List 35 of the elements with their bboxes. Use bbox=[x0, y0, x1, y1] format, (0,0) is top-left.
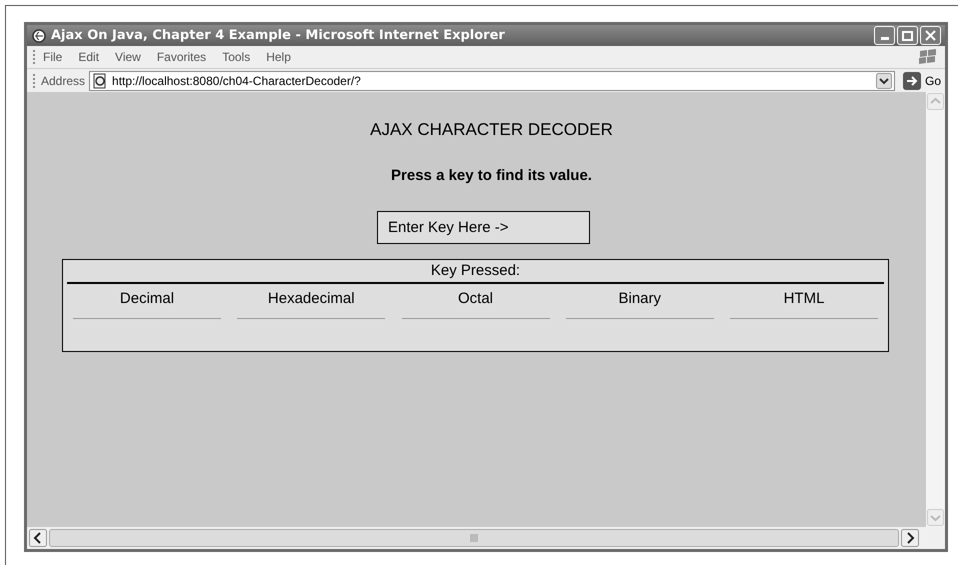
window-title: Ajax On Java, Chapter 4 Example - Microsoft Internet Explorer bbox=[51, 26, 506, 45]
minimize-icon bbox=[880, 37, 888, 40]
instruction-text: Press a key to find its value. bbox=[391, 166, 592, 186]
menu-item[interactable]: File bbox=[43, 48, 62, 66]
address-label: Address bbox=[41, 72, 86, 90]
page-icon bbox=[92, 72, 108, 88]
maximize-icon bbox=[902, 30, 913, 40]
scroll-left-icon[interactable] bbox=[29, 529, 47, 547]
column-heading: Decimal bbox=[120, 289, 174, 309]
url-text: http://localhost:8080/ch04-CharacterDecoder/? bbox=[112, 72, 362, 90]
page-heading: AJAX CHARACTER DECODER bbox=[370, 119, 613, 141]
menu-item[interactable]: Help bbox=[266, 48, 291, 66]
go-button[interactable]: Go bbox=[898, 72, 945, 90]
maximize-button[interactable] bbox=[897, 26, 918, 45]
close-button[interactable] bbox=[920, 26, 941, 45]
arrow-right-icon bbox=[902, 72, 921, 90]
dropdown-icon[interactable] bbox=[876, 72, 892, 88]
column-heading: Octal bbox=[458, 289, 493, 309]
address-field[interactable]: http://localhost:8080/ch04-CharacterDecoder/? bbox=[89, 70, 895, 90]
browser-icon bbox=[31, 28, 47, 44]
scroll-thumb[interactable] bbox=[49, 529, 899, 547]
grip-icon bbox=[470, 534, 478, 542]
column-heading: Binary bbox=[618, 289, 662, 309]
key-input-field[interactable]: Enter Key Here -> bbox=[377, 211, 590, 244]
windows-logo-icon bbox=[917, 48, 939, 66]
minimize-button[interactable] bbox=[874, 26, 895, 45]
column-heading: Hexadecimal bbox=[268, 289, 355, 309]
menu-item[interactable]: View bbox=[115, 48, 141, 66]
column-heading: HTML bbox=[784, 289, 824, 309]
table-caption: Key Pressed: bbox=[67, 260, 884, 284]
menu-item[interactable]: Tools bbox=[222, 48, 250, 66]
scroll-right-icon[interactable] bbox=[901, 529, 919, 547]
menu-item[interactable]: Favorites bbox=[156, 48, 206, 66]
menu-item[interactable]: Edit bbox=[78, 48, 100, 66]
close-icon bbox=[925, 30, 936, 41]
